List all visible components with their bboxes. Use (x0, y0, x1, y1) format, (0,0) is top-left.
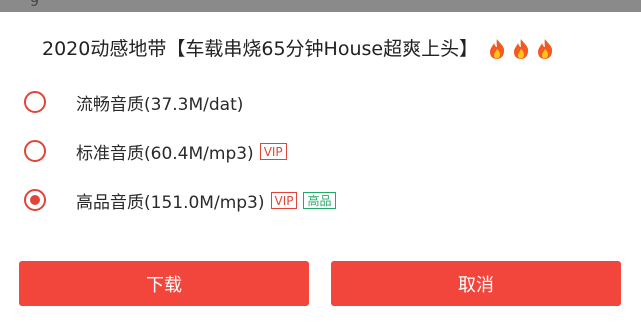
download-button[interactable]: 下载 (19, 261, 309, 306)
quality-option-label: 高品音质(151.0M/mp3) (76, 192, 265, 213)
cancel-button[interactable]: 取消 (331, 261, 621, 306)
vip-badge: VIP (270, 191, 298, 209)
radio-button-standard[interactable] (24, 140, 46, 162)
download-quality-dialog: 2020动感地带【车载串烧65分钟House超爽上头】 流畅音质(37.3M/d… (0, 12, 641, 323)
flame-icon (488, 38, 506, 60)
quality-option-label: 标准音质(60.4M/mp3) (76, 143, 254, 164)
quality-option-high[interactable]: 高品音质(151.0M/mp3) VIP 高品 (24, 185, 336, 215)
quality-option-standard[interactable]: 标准音质(60.4M/mp3) VIP (24, 136, 287, 166)
radio-button-smooth[interactable] (24, 91, 46, 113)
background-text: 9 (30, 0, 39, 10)
background-app-strip: 9 (0, 0, 641, 12)
radio-button-high[interactable] (24, 189, 46, 211)
quality-option-smooth[interactable]: 流畅音质(37.3M/dat) (24, 87, 243, 117)
high-quality-badge: 高品 (303, 191, 336, 209)
flame-icon (536, 38, 554, 60)
flame-icon (512, 38, 530, 60)
quality-option-label: 流畅音质(37.3M/dat) (76, 94, 244, 115)
dialog-title-row: 2020动感地带【车载串烧65分钟House超爽上头】 (42, 34, 554, 64)
dialog-title: 2020动感地带【车载串烧65分钟House超爽上头】 (42, 38, 479, 60)
vip-badge: VIP (259, 142, 287, 160)
